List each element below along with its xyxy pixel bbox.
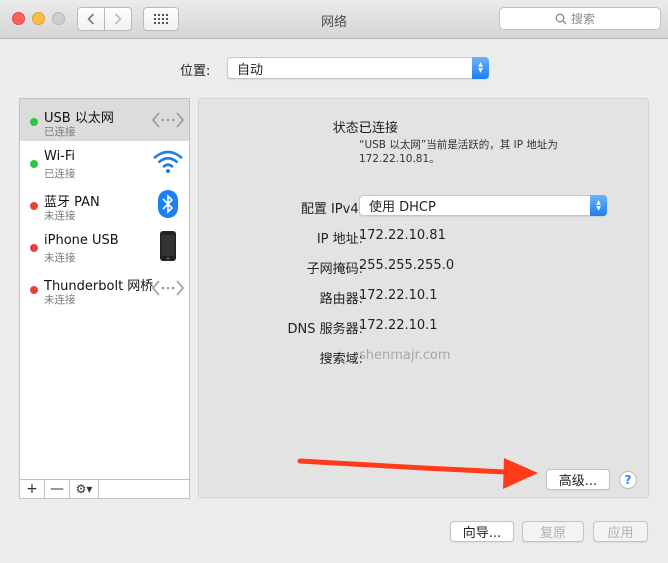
service-status: 未连接 <box>44 210 76 222</box>
service-item-thunderbolt-bridge[interactable]: Thunderbolt 网桥 未连接 <box>20 267 189 309</box>
popup-arrows-icon: ▲ ▼ <box>590 195 607 216</box>
status-dot-disconnected <box>30 202 38 210</box>
remove-service-button[interactable]: — <box>45 480 70 498</box>
popup-arrows-icon: ▲ ▼ <box>472 57 489 79</box>
service-name: iPhone USB <box>44 233 119 248</box>
service-item-wifi[interactable]: Wi-Fi 已连接 <box>20 141 189 183</box>
status-description: “USB 以太网”当前是活跃的，其 IP 地址为 172.22.10.81。 <box>359 139 558 165</box>
location-label: 位置: <box>180 64 211 79</box>
ipv4-config-value: 使用 DHCP <box>369 200 436 215</box>
search-icon <box>555 13 567 24</box>
service-status: 未连接 <box>44 252 76 264</box>
service-status: 已连接 <box>44 126 76 138</box>
ip-address-label: IP 地址: <box>316 232 363 247</box>
service-name: Wi-Fi <box>44 149 76 164</box>
search-input[interactable] <box>571 11 605 26</box>
add-service-button[interactable]: + <box>20 480 45 498</box>
ipv4-config-popup[interactable]: 使用 DHCP ▲ ▼ <box>359 195 607 216</box>
bluetooth-icon <box>151 189 185 219</box>
location-popup[interactable]: 自动 ▲ ▼ <box>227 57 489 79</box>
service-list-toolbar: + — ⚙▾ <box>19 479 190 499</box>
status-dot-connected <box>30 118 38 126</box>
revert-button[interactable]: 复原 <box>522 521 584 542</box>
status-dot-connected <box>30 160 38 168</box>
status-dot-disconnected <box>30 244 38 252</box>
service-item-bluetooth-pan[interactable]: 蓝牙 PAN 未连接 <box>20 183 189 225</box>
service-status: 已连接 <box>44 168 76 180</box>
wifi-icon <box>151 147 185 177</box>
dns-label: DNS 服务器: <box>287 322 364 337</box>
ip-address-value: 172.22.10.81 <box>359 228 446 243</box>
help-button[interactable]: ? <box>619 471 637 489</box>
service-item-usb-ethernet[interactable]: USB 以太网 已连接 <box>20 99 189 141</box>
service-item-iphone-usb[interactable]: iPhone USB 未连接 <box>20 225 189 267</box>
ethernet-icon <box>151 273 185 303</box>
ipv4-label: 配置 IPv4: <box>300 202 363 217</box>
dns-value: 172.22.10.1 <box>359 318 438 333</box>
router-label: 路由器: <box>319 292 363 307</box>
search-domain-label: 搜索域: <box>319 352 363 367</box>
apply-button[interactable]: 应用 <box>593 521 648 542</box>
advanced-button[interactable]: 高级... <box>546 469 610 490</box>
subnet-mask-value: 255.255.255.0 <box>359 258 455 273</box>
status-dot-disconnected <box>30 286 38 294</box>
titlebar: 网络 <box>0 0 668 39</box>
router-value: 172.22.10.1 <box>359 288 438 303</box>
subnet-mask-label: 子网掩码: <box>306 262 363 277</box>
iphone-icon <box>151 231 185 261</box>
gear-menu-button[interactable]: ⚙▾ <box>70 480 99 498</box>
ethernet-icon <box>151 105 185 135</box>
service-status: 未连接 <box>44 294 76 306</box>
search-field[interactable] <box>499 7 661 30</box>
search-domain-value[interactable]: shenmajr.com <box>359 348 451 363</box>
location-value: 自动 <box>237 62 264 78</box>
status-value: 已连接 <box>359 121 399 136</box>
assistant-button[interactable]: 向导... <box>450 521 514 542</box>
service-list[interactable]: USB 以太网 已连接 Wi-Fi 已连接 蓝牙 PAN 未连接 iPhone … <box>19 98 190 480</box>
